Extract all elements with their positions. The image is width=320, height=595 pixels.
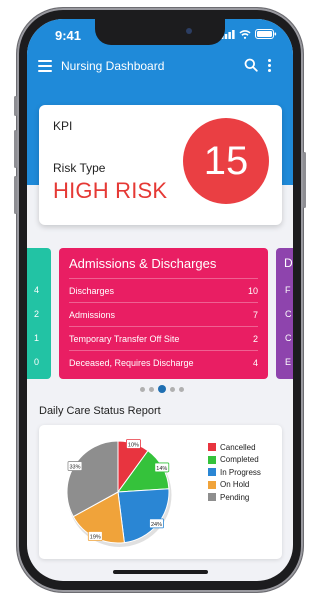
carousel-dot[interactable] <box>140 386 145 392</box>
battery-icon <box>255 29 277 39</box>
kpi-card[interactable]: KPI Risk Type HIGH RISK 15 <box>39 105 282 225</box>
more-options-icon[interactable] <box>268 59 272 74</box>
pie-data-label: 24% <box>149 518 164 529</box>
care-report-title: Daily Care Status Report <box>39 405 161 417</box>
status-time: 9:41 <box>55 28 82 43</box>
wifi-icon <box>239 29 251 39</box>
chart-legend: Cancelled Completed In Progress On Hold Pend… <box>208 441 261 504</box>
list-item[interactable]: Deceased, Requires Discharge 4 <box>69 350 258 375</box>
legend-label: Cancelled <box>220 442 256 452</box>
carousel-dot-active[interactable] <box>158 385 166 393</box>
legend-item[interactable]: Completed <box>208 454 261 467</box>
svg-text:33%: 33% <box>69 465 80 471</box>
svg-text:14%: 14% <box>156 466 167 472</box>
legend-item[interactable]: Pending <box>208 491 261 504</box>
carousel-dot[interactable] <box>179 386 184 392</box>
screen: 9:41 Nursing Dashboard KPI Risk Type HIG… <box>27 19 293 581</box>
legend-swatch <box>208 455 216 464</box>
peek-right-row: C <box>285 333 292 343</box>
mute-switch <box>14 96 17 116</box>
peek-left-value: 1 <box>34 333 40 343</box>
peek-right-row: C <box>285 309 292 319</box>
pie-chart: 10% 14% 24% 19% 33% <box>66 439 172 547</box>
previous-card-peek[interactable]: 4 2 1 0 <box>27 248 51 379</box>
camera-icon <box>186 28 192 34</box>
risk-level: HIGH RISK <box>53 178 168 203</box>
peek-left-value: 2 <box>34 309 40 319</box>
legend-swatch <box>208 493 216 502</box>
pie-data-label: 14% <box>154 462 170 473</box>
legend-item[interactable]: On Hold <box>208 479 261 492</box>
home-indicator[interactable] <box>113 570 208 574</box>
search-icon[interactable] <box>244 58 258 72</box>
list-item[interactable]: Admissions 7 <box>69 302 258 327</box>
svg-text:24%: 24% <box>151 522 162 528</box>
next-card-peek[interactable]: D F C C E <box>276 248 293 379</box>
app-title: Nursing Dashboard <box>61 59 165 73</box>
pie-slice-in-progress[interactable] <box>117 488 170 544</box>
legend-item[interactable]: In Progress <box>208 466 261 479</box>
app-bar: Nursing Dashboard <box>27 49 293 85</box>
carousel-indicator <box>140 385 184 393</box>
peek-left-value: 4 <box>34 285 40 295</box>
legend-label: In Progress <box>220 467 261 477</box>
list-item[interactable]: Discharges 10 <box>69 278 258 303</box>
svg-text:10%: 10% <box>128 442 139 448</box>
risk-type-label: Risk Type <box>53 161 106 175</box>
legend-swatch <box>208 468 216 477</box>
svg-text:19%: 19% <box>90 535 101 541</box>
legend-label: On Hold <box>220 480 250 490</box>
pie-data-label: 10% <box>126 439 141 449</box>
kpi-label: KPI <box>53 119 73 133</box>
hamburger-menu-icon[interactable] <box>38 60 52 72</box>
legend-item[interactable]: Cancelled <box>208 441 261 454</box>
peek-right-row: E <box>285 357 292 367</box>
list-item[interactable]: Temporary Transfer Off Site 2 <box>69 326 258 351</box>
legend-label: Completed <box>220 455 259 465</box>
peek-right-title: D <box>284 256 293 270</box>
legend-swatch <box>208 443 216 452</box>
notch <box>95 19 225 45</box>
carousel-dot[interactable] <box>170 386 175 392</box>
volume-down-button <box>14 176 17 214</box>
peek-right-row: F <box>285 285 291 295</box>
volume-up-button <box>14 130 17 168</box>
peek-left-value: 0 <box>34 357 40 367</box>
legend-swatch <box>208 480 216 489</box>
pie-data-label: 33% <box>67 461 83 471</box>
pie-data-label: 19% <box>87 531 103 541</box>
legend-label: Pending <box>220 492 250 502</box>
power-button <box>303 152 306 208</box>
admissions-discharges-card[interactable]: Admissions & Discharges Discharges 10 Adm… <box>59 248 268 379</box>
risk-score-badge: 15 <box>183 118 269 204</box>
admissions-card-title: Admissions & Discharges <box>69 256 217 271</box>
carousel-dot[interactable] <box>149 386 154 392</box>
